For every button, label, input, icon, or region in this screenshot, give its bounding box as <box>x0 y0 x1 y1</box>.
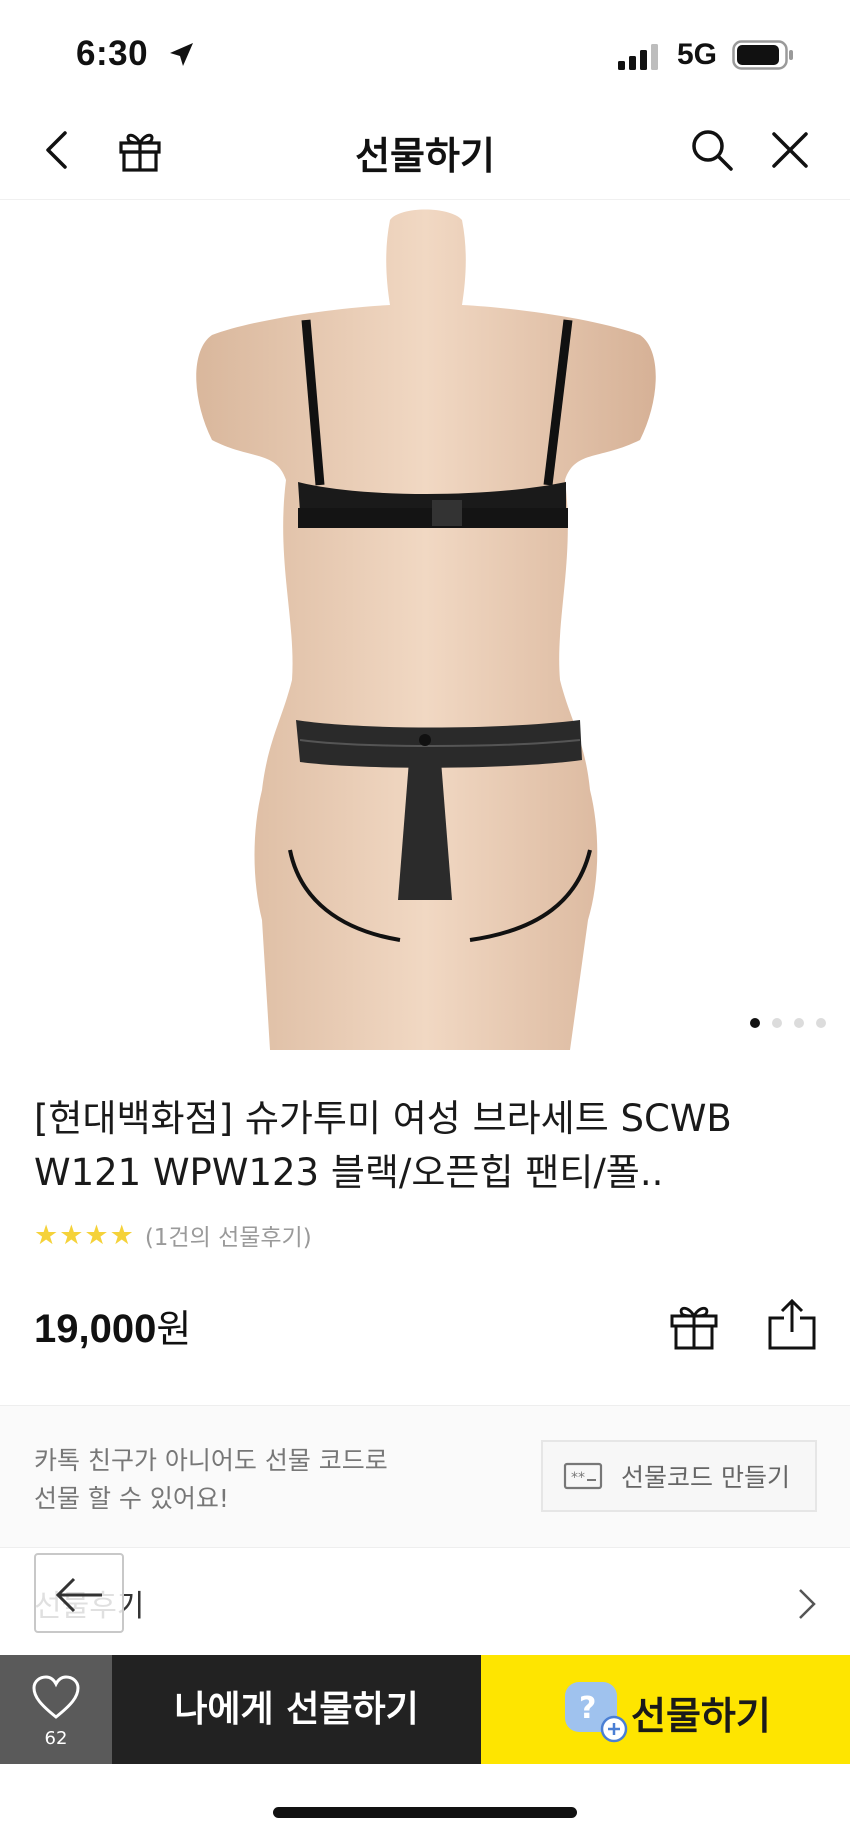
network-type: 5G <box>677 38 718 71</box>
gift-code-desc-line1: 카톡 친구가 아니어도 선물 코드로 <box>34 1446 388 1475</box>
image-pagination[interactable] <box>750 1018 826 1028</box>
status-bar: 6:30 5G <box>0 0 850 100</box>
gift-box-icon[interactable] <box>668 1300 720 1352</box>
location-arrow-icon <box>170 43 193 66</box>
review-count[interactable]: (1건의 선물후기) <box>145 1218 312 1252</box>
create-gift-code-label: 선물코드 만들기 <box>621 1463 790 1492</box>
gift-review-row[interactable]: 선물후기 <box>0 1549 850 1654</box>
bottom-action-bar: 62 나에게 선물하기 ? 선물하기 <box>0 1655 850 1764</box>
gift-to-myself-button[interactable]: 나에게 선물하기 <box>112 1655 481 1764</box>
pagination-dot-4[interactable] <box>816 1018 826 1028</box>
nav-bar: 선물하기 <box>0 100 850 200</box>
close-icon[interactable] <box>768 128 812 172</box>
gift-button-label: 선물하기 <box>631 1694 771 1738</box>
share-icon[interactable] <box>766 1298 818 1352</box>
create-gift-code-button[interactable]: ** 선물코드 만들기 <box>541 1440 817 1512</box>
price-currency: 원 <box>156 1307 192 1351</box>
product-image[interactable] <box>0 200 850 1050</box>
status-time: 6:30 <box>76 34 149 73</box>
home-indicator[interactable] <box>273 1807 577 1818</box>
pagination-dot-2[interactable] <box>772 1018 782 1028</box>
battery-icon <box>732 40 793 70</box>
price-row: 19,000원 <box>34 1298 191 1353</box>
price-value: 19,000 <box>34 1307 157 1351</box>
code-ticket-icon: ** <box>563 1462 603 1490</box>
svg-text:?: ? <box>579 1691 596 1726</box>
svg-text:**: ** <box>571 1470 585 1486</box>
star-rating-icon: ★★★★ <box>34 1219 135 1251</box>
product-title: [현대백화점] 슈가투미 여성 브라세트 SCWB W121 WPW123 블랙… <box>34 1097 732 1194</box>
search-icon[interactable] <box>688 126 736 174</box>
rating-row[interactable]: ★★★★ (1건의 선물후기) <box>34 1218 312 1252</box>
like-count: 62 <box>44 1728 68 1749</box>
cellular-signal-icon <box>618 44 658 70</box>
pagination-dot-3[interactable] <box>794 1018 804 1028</box>
like-button[interactable]: 62 <box>0 1655 112 1764</box>
gift-code-description: 카톡 친구가 아니어도 선물 코드로 선물 할 수 있어요! <box>34 1442 434 1518</box>
mannequin-illustration <box>196 209 656 1050</box>
gift-code-section: 카톡 친구가 아니어도 선물 코드로 선물 할 수 있어요! ** 선물코드 만… <box>0 1405 850 1548</box>
gift-question-badge-icon: ? <box>565 1682 628 1743</box>
gift-button[interactable]: ? 선물하기 <box>481 1655 850 1764</box>
floating-back-button[interactable] <box>34 1553 124 1633</box>
chevron-right-icon <box>799 1589 816 1619</box>
heart-icon <box>32 1675 80 1719</box>
left-arrow-icon <box>55 1577 102 1613</box>
gift-code-desc-line2: 선물 할 수 있어요! <box>34 1484 229 1513</box>
pagination-dot-1[interactable] <box>750 1018 760 1028</box>
